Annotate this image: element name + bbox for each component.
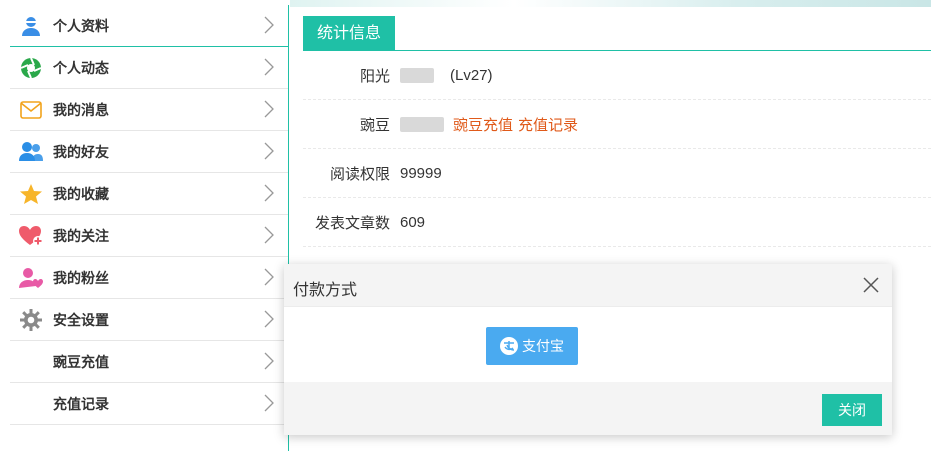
friends-icon — [19, 140, 43, 164]
sidebar-item-label: 安全设置 — [53, 311, 109, 328]
alipay-icon — [500, 337, 518, 355]
profile-icon — [19, 14, 43, 38]
sidebar-item-favorites[interactable]: 我的收藏 — [10, 173, 288, 215]
dialog-header: 付款方式 — [284, 264, 892, 307]
dialog-footer: 关闭 — [284, 382, 892, 435]
chevron-right-icon — [264, 268, 274, 286]
stat-row-read-permission: 阅读权限 99999 — [303, 149, 931, 198]
stat-row-pea: 豌豆 豌豆充值 充值记录 — [303, 100, 931, 149]
heart-plus-icon — [19, 224, 43, 248]
dialog-title: 付款方式 — [293, 282, 358, 299]
chevron-right-icon — [264, 352, 274, 370]
stat-label: 阅读权限 — [329, 165, 390, 183]
chevron-right-icon — [264, 394, 274, 412]
pea-recharge-link[interactable]: 豌豆充值 — [453, 114, 513, 135]
recharge-history-link[interactable]: 充值记录 — [518, 114, 578, 135]
sidebar-menu: 个人资料 个人动态 我的消息 我的好友 我的收藏 我的关注 我的粉丝 安全设置 … — [10, 5, 289, 451]
gear-icon — [19, 308, 43, 332]
sidebar-item-label: 我的关注 — [53, 227, 109, 244]
sidebar-item-label: 我的粉丝 — [53, 269, 109, 286]
sidebar-item-messages[interactable]: 我的消息 — [10, 89, 288, 131]
fan-user-icon — [19, 266, 43, 290]
top-decorative-banner — [290, 0, 931, 7]
envelope-icon — [19, 98, 43, 122]
sidebar-item-security[interactable]: 安全设置 — [10, 299, 288, 341]
sidebar-item-label: 我的收藏 — [53, 185, 109, 202]
tab-statistics[interactable]: 统计信息 — [303, 16, 396, 51]
stat-label: 发表文章数 — [314, 214, 390, 232]
chevron-right-icon — [264, 16, 274, 34]
chevron-right-icon — [264, 226, 274, 244]
sidebar-item-label: 我的好友 — [53, 143, 109, 160]
alipay-button[interactable]: 支付宝 — [486, 327, 578, 365]
masked-value — [400, 67, 434, 83]
stat-value: 609 — [400, 213, 426, 231]
star-icon — [19, 182, 43, 206]
sidebar-item-label: 个人资料 — [53, 17, 109, 34]
stat-label: 阳光 — [359, 67, 390, 85]
stat-label: 豌豆 — [359, 116, 390, 134]
chevron-right-icon — [264, 310, 274, 328]
sidebar-item-label: 我的消息 — [53, 101, 109, 118]
chevron-right-icon — [264, 58, 274, 76]
chevron-right-icon — [264, 100, 274, 118]
sidebar-item-fans[interactable]: 我的粉丝 — [10, 257, 288, 299]
sidebar-item-label: 个人动态 — [53, 59, 109, 76]
sidebar-item-friends[interactable]: 我的好友 — [10, 131, 288, 173]
payment-method-dialog: 付款方式 支付宝 关闭 — [284, 264, 892, 435]
sidebar-item-recharge-history[interactable]: 充值记录 — [10, 383, 288, 425]
sidebar-item-following[interactable]: 我的关注 — [10, 215, 288, 257]
camera-shutter-icon — [19, 56, 43, 80]
sidebar-item-profile[interactable]: 个人资料 — [10, 5, 288, 47]
stat-value: 99999 — [400, 164, 442, 182]
stat-row-posts: 发表文章数 609 — [303, 198, 931, 247]
close-button[interactable]: 关闭 — [822, 394, 882, 426]
masked-value — [400, 116, 444, 132]
chevron-right-icon — [264, 184, 274, 202]
alipay-label: 支付宝 — [522, 338, 564, 354]
stats-header: 统计信息 — [303, 16, 931, 51]
stat-row-sunshine: 阳光 (Lv27) — [303, 51, 931, 100]
sidebar-item-pea-recharge[interactable]: 豌豆充值 — [10, 341, 288, 383]
close-icon[interactable] — [862, 276, 880, 294]
sidebar-item-activity[interactable]: 个人动态 — [10, 47, 288, 89]
level-badge: (Lv27) — [450, 66, 493, 84]
sidebar-item-label: 充值记录 — [53, 395, 109, 412]
dialog-body: 支付宝 — [284, 307, 892, 382]
chevron-right-icon — [264, 142, 274, 160]
sidebar-item-label: 豌豆充值 — [53, 353, 109, 370]
